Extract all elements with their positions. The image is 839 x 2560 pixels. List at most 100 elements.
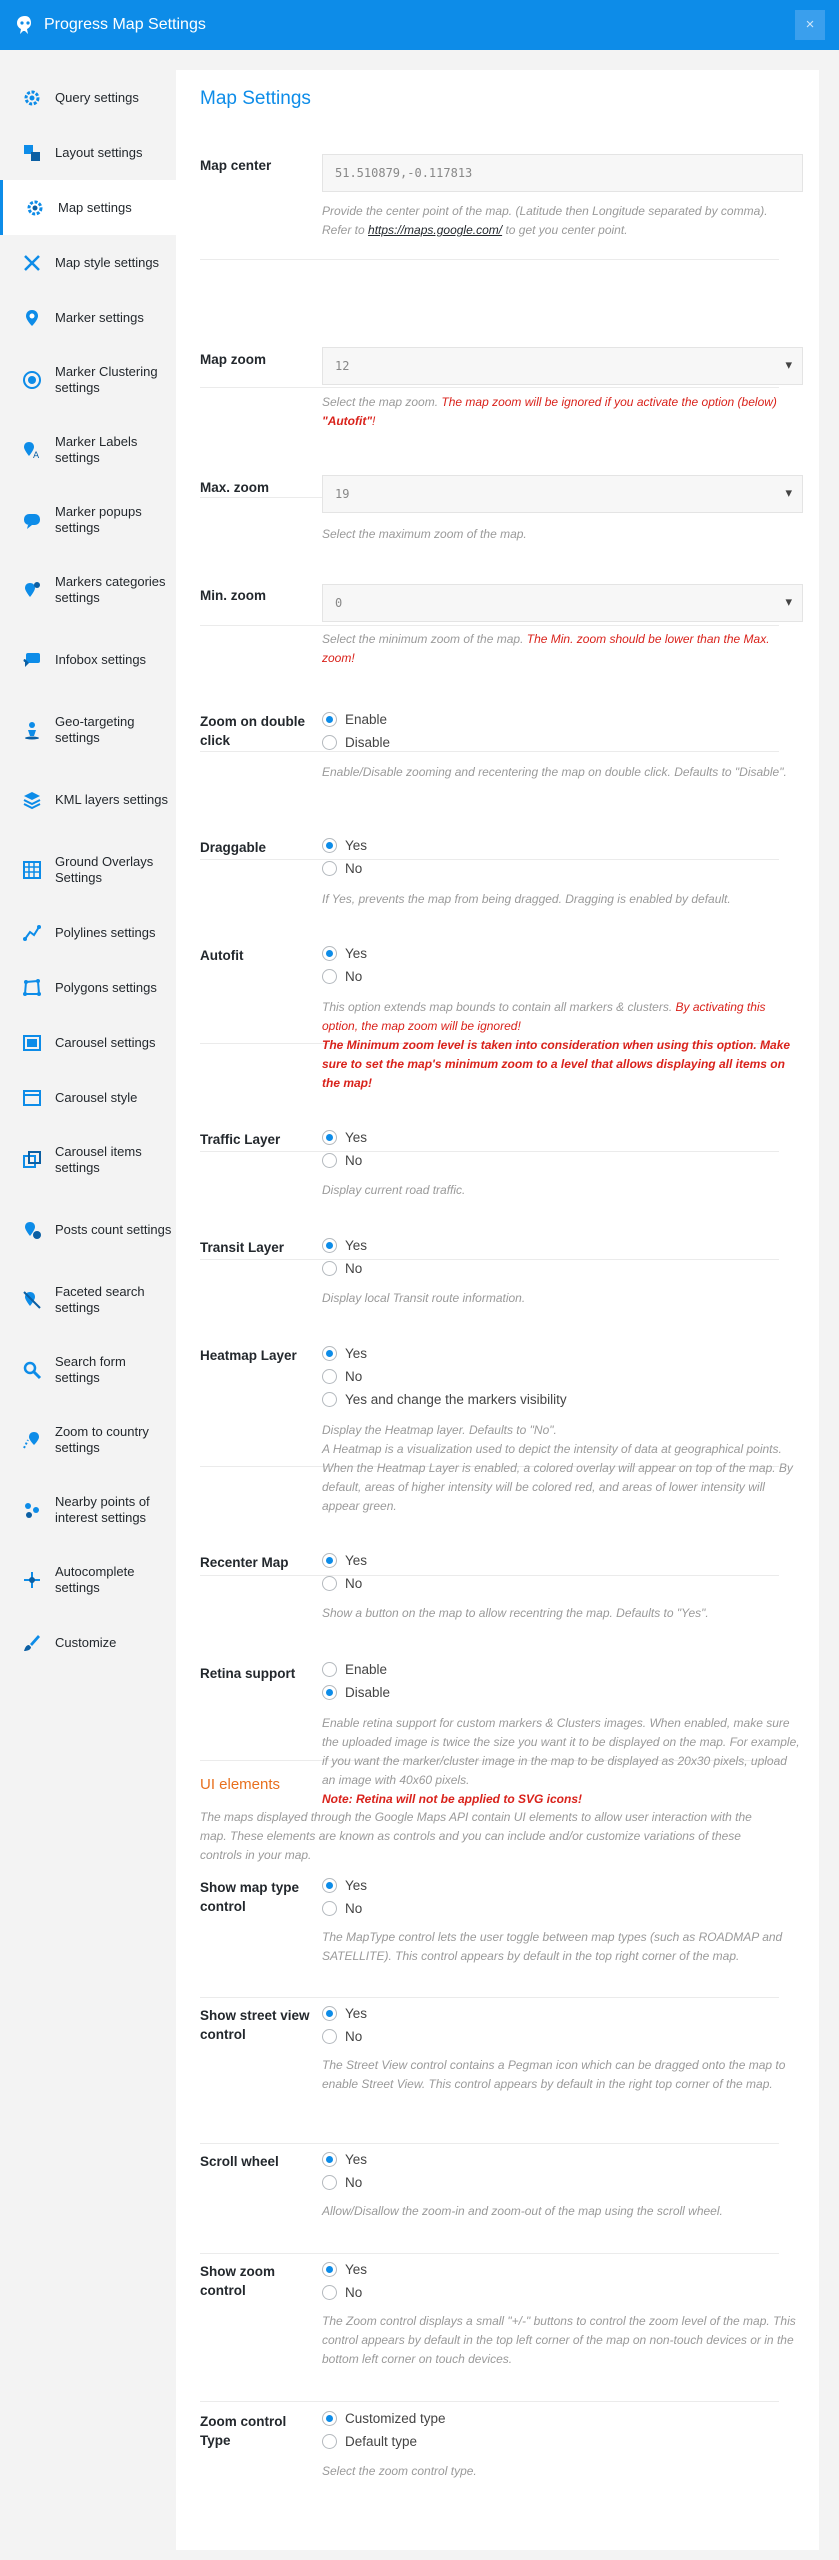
sidebar-item-marker-clustering-settings[interactable]: Marker Clustering settings: [0, 345, 176, 415]
heatmap-yes-change-visibility-radio[interactable]: Yes and change the markers visibility: [322, 1392, 567, 1407]
sidebar-item-label: Zoom to country settings: [55, 1424, 149, 1455]
scroll-wheel-no-radio[interactable]: No: [322, 2175, 362, 2190]
zoom-double-click-label: Zoom on double click: [200, 714, 305, 748]
search-icon: [22, 1360, 42, 1380]
google-maps-link[interactable]: https://maps.google.com/: [368, 223, 502, 237]
street-view-control-label: Show street view control: [200, 2008, 310, 2042]
heatmap-no-radio[interactable]: No: [322, 1369, 362, 1384]
sidebar-item-marker-popups-settings[interactable]: Marker popups settings: [0, 485, 176, 555]
country-icon: [22, 1430, 42, 1450]
sidebar-item-label: Infobox settings: [55, 652, 147, 667]
sidebar-item-query-settings[interactable]: Query settings: [0, 70, 176, 125]
sidebar-item-carousel-style[interactable]: Carousel style: [0, 1070, 176, 1125]
map-type-no-radio[interactable]: No: [322, 1901, 362, 1916]
sidebar-item-marker-settings[interactable]: Marker settings: [0, 290, 176, 345]
sidebar-item-label: Layout settings: [55, 144, 143, 160]
sidebar-item-carousel-settings[interactable]: Carousel settings: [0, 1015, 176, 1070]
zoom-double-click-enable-radio[interactable]: Enable: [322, 712, 387, 727]
autofit-row: Autofit Yes No This option extends map b…: [200, 860, 790, 1090]
sidebar-item-faceted-search-settings[interactable]: Faceted search settings: [0, 1265, 176, 1335]
polygon-icon: [22, 978, 42, 998]
sidebar-item-label: Carousel items settings: [55, 1144, 142, 1175]
sidebar-item-label: Geo-targeting settings: [55, 714, 135, 745]
traffic-yes-radio[interactable]: Yes: [322, 1130, 367, 1145]
sidebar-item-markers-categories-settings[interactable]: Markers categories settings: [0, 555, 176, 625]
carousel-items-icon: [22, 1150, 42, 1170]
recenter-map-row: Recenter Map Yes No Show a button on the…: [200, 1467, 779, 1620]
sidebar-item-label: Faceted search settings: [55, 1284, 145, 1315]
autofit-no-radio[interactable]: No: [322, 969, 362, 984]
map-zoom-select[interactable]: 12: [322, 347, 803, 385]
sidebar-item-geo-targeting-settings[interactable]: Geo-targeting settings: [0, 695, 176, 765]
zoom-control-no-radio[interactable]: No: [322, 2285, 362, 2300]
retina-enable-radio[interactable]: Enable: [322, 1662, 387, 1677]
sidebar-item-map-settings[interactable]: Map settings: [0, 180, 176, 235]
sidebar-item-search-form-settings[interactable]: Search form settings: [0, 1335, 176, 1405]
sidebar-item-label: Marker settings: [55, 309, 144, 325]
map-gear-icon: [25, 198, 45, 218]
zoom-double-click-disable-radio[interactable]: Disable: [322, 735, 390, 750]
sidebar-item-posts-count-settings[interactable]: Posts count settings: [0, 1195, 176, 1265]
max-zoom-label: Max. zoom: [200, 480, 270, 495]
faceted-icon: [22, 1290, 42, 1310]
scroll-wheel-yes-radio[interactable]: Yes: [322, 2152, 367, 2167]
heatmap-layer-row: Heatmap Layer Yes No Yes and change the …: [200, 1260, 793, 1513]
sidebar-item-autocomplete-settings[interactable]: Autocomplete settings: [0, 1545, 176, 1615]
map-center-row: Map center 51.510879,-0.117813 Provide t…: [200, 140, 803, 260]
sidebar-item-polygons-settings[interactable]: Polygons settings: [0, 960, 176, 1015]
layout-icon: [22, 143, 42, 163]
sidebar-item-label: Search form settings: [55, 1354, 126, 1385]
sidebar-item-label: Map style settings: [55, 254, 160, 270]
sidebar-item-ground-overlays-settings[interactable]: Ground Overlays Settings: [0, 835, 176, 905]
map-type-yes-radio[interactable]: Yes: [322, 1878, 367, 1893]
sidebar-item-kml-layers-settings[interactable]: KML layers settings: [0, 765, 176, 835]
transit-yes-radio[interactable]: Yes: [322, 1238, 367, 1253]
nearby-icon: [22, 1500, 42, 1520]
sidebar-item-polylines-settings[interactable]: Polylines settings: [0, 905, 176, 960]
recenter-map-label: Recenter Map: [200, 1555, 289, 1570]
street-view-no-radio[interactable]: No: [322, 2029, 362, 2044]
sidebar-item-marker-labels-settings[interactable]: A Marker Labels settings: [0, 415, 176, 485]
zoom-control-type-label: Zoom control Type: [200, 2414, 287, 2448]
heatmap-yes-radio[interactable]: Yes: [322, 1346, 367, 1361]
traffic-layer-row: Traffic Layer Yes No Display current roa…: [200, 1044, 779, 1197]
categories-icon: [22, 580, 42, 600]
transit-layer-row: Transit Layer Yes No Display local Trans…: [200, 1152, 779, 1305]
scroll-wheel-row: Scroll wheel Yes No Allow/Disallow the z…: [200, 2144, 779, 2254]
sidebar-item-label: Carousel settings: [55, 1034, 156, 1050]
sidebar-item-nearby-points-of-interest-settings[interactable]: Nearby points of interest settings: [0, 1475, 176, 1545]
close-button[interactable]: ×: [795, 10, 825, 40]
zoom-control-yes-radio[interactable]: Yes: [322, 2262, 367, 2277]
transit-layer-label: Transit Layer: [200, 1240, 285, 1255]
sidebar-item-label: Map settings: [58, 199, 132, 215]
zoom-control-type-row: Zoom control Type Customized type Defaul…: [200, 2402, 779, 2502]
min-zoom-label: Min. zoom: [200, 588, 266, 603]
infobox-icon: [22, 650, 42, 670]
min-zoom-select[interactable]: 0: [322, 584, 803, 622]
sidebar-item-zoom-to-country-settings[interactable]: Zoom to country settings: [0, 1405, 176, 1475]
geo-icon: [22, 720, 42, 740]
map-center-input[interactable]: 51.510879,-0.117813: [322, 154, 803, 192]
draggable-row: Draggable Yes No If Yes, prevents the ma…: [200, 752, 779, 906]
zoom-type-customized-radio[interactable]: Customized type: [322, 2411, 446, 2426]
map-zoom-label: Map zoom: [200, 352, 266, 367]
autofit-yes-radio[interactable]: Yes: [322, 946, 367, 961]
zoom-type-default-radio[interactable]: Default type: [322, 2434, 417, 2449]
sidebar-item-label: KML layers settings: [55, 792, 168, 807]
sidebar-item-map-style-settings[interactable]: Map style settings: [0, 235, 176, 290]
sidebar-item-layout-settings[interactable]: Layout settings: [0, 125, 176, 180]
sidebar-item-label: Carousel style: [55, 1089, 138, 1105]
draggable-yes-radio[interactable]: Yes: [322, 838, 367, 853]
map-type-control-label: Show map type control: [200, 1880, 300, 1914]
zoom-double-click-row: Zoom on double click Enable Disable Enab…: [200, 626, 787, 779]
retina-disable-radio[interactable]: Disable: [322, 1685, 390, 1700]
sidebar-item-carousel-items-settings[interactable]: Carousel items settings: [0, 1125, 176, 1195]
carousel-icon: [22, 1033, 42, 1053]
recenter-yes-radio[interactable]: Yes: [322, 1553, 367, 1568]
zoom-type-description: Select the zoom control type.: [322, 2464, 477, 2478]
sidebar-item-customize[interactable]: Customize: [0, 1615, 176, 1670]
street-view-yes-radio[interactable]: Yes: [322, 2006, 367, 2021]
style-icon: [22, 253, 42, 273]
app-header: Progress Map Settings ×: [0, 0, 839, 50]
sidebar-item-infobox-settings[interactable]: Infobox settings: [0, 625, 176, 695]
